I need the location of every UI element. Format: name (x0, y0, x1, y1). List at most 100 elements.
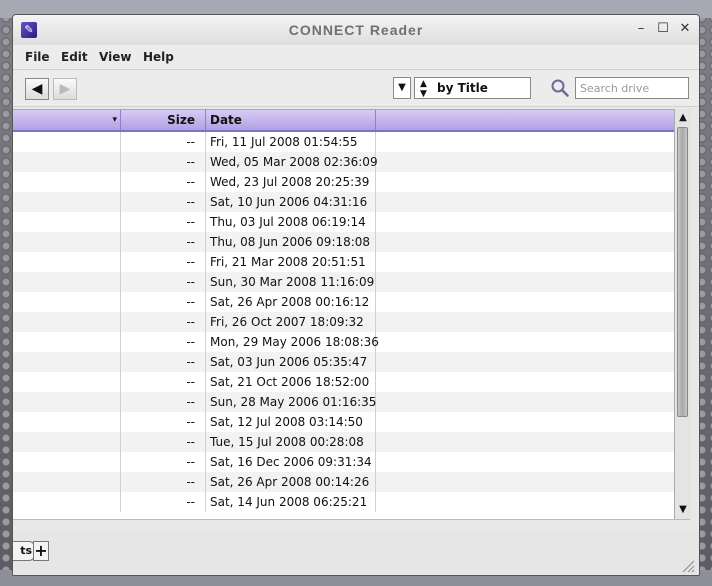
title-bar[interactable]: ✎ CONNECT Reader – ☐ ✕ (13, 15, 699, 46)
table-row[interactable]: -- Wed, 05 Mar 2008 02:36:09 (13, 152, 674, 172)
file-list[interactable]: ▾ Size Date -- Fri, 11 Jul 2008 01:54:55-… (13, 109, 674, 520)
table-row[interactable]: -- Mon, 29 May 2006 18:08:36 (13, 332, 674, 352)
window-title: CONNECT Reader (288, 22, 424, 38)
extra-cell (376, 332, 674, 352)
resize-grip-icon[interactable] (681, 559, 695, 573)
table-row[interactable]: -- Fri, 11 Jul 2008 01:54:55 (13, 132, 674, 152)
table-row[interactable]: -- Sun, 30 Mar 2008 11:16:09 (13, 272, 674, 292)
menu-edit[interactable]: Edit (61, 50, 88, 64)
size-cell: -- (121, 192, 206, 212)
date-cell: Sat, 26 Apr 2008 00:14:26 (206, 472, 376, 492)
table-row[interactable]: -- Sat, 26 Apr 2008 00:16:12 (13, 292, 674, 312)
extra-cell (376, 152, 674, 172)
menu-bar: File Edit View Help (13, 45, 699, 70)
extra-cell (376, 392, 674, 412)
size-cell: -- (121, 172, 206, 192)
title-cell (13, 252, 121, 272)
table-row[interactable]: -- Sat, 12 Jul 2008 03:14:50 (13, 412, 674, 432)
extra-cell (376, 472, 674, 492)
size-cell: -- (121, 212, 206, 232)
title-cell (13, 472, 121, 492)
column-header-date[interactable]: Date (206, 110, 376, 130)
table-row[interactable]: -- Tue, 15 Jul 2008 00:28:08 (13, 432, 674, 452)
add-tab-button[interactable]: + (33, 541, 49, 561)
table-row[interactable]: -- Sat, 14 Jun 2008 06:25:21 (13, 492, 674, 512)
title-cell (13, 332, 121, 352)
title-cell (13, 372, 121, 392)
scroll-down-icon[interactable]: ▼ (675, 503, 691, 517)
size-cell: -- (121, 492, 206, 512)
title-cell (13, 292, 121, 312)
column-header-size[interactable]: Size (121, 110, 206, 130)
extra-cell (376, 412, 674, 432)
size-cell: -- (121, 372, 206, 392)
table-row[interactable]: -- Sat, 03 Jun 2006 05:35:47 (13, 352, 674, 372)
vertical-scrollbar[interactable]: ▲ ▼ (674, 109, 691, 519)
date-cell: Wed, 05 Mar 2008 02:36:09 (206, 152, 378, 172)
title-cell (13, 432, 121, 452)
title-cell (13, 192, 121, 212)
menu-view[interactable]: View (99, 50, 131, 64)
sort-control: ▼ ▲ ▼ by Title (393, 77, 531, 99)
search-icon[interactable] (551, 79, 569, 97)
table-row[interactable]: -- Sat, 16 Dec 2006 09:31:34 (13, 452, 674, 472)
size-cell: -- (121, 432, 206, 452)
drive-tab[interactable]: ts (13, 541, 35, 561)
search-input[interactable] (575, 77, 689, 99)
extra-cell (376, 192, 674, 212)
table-row[interactable]: -- Sat, 26 Apr 2008 00:14:26 (13, 472, 674, 492)
table-row[interactable]: -- Sat, 21 Oct 2006 18:52:00 (13, 372, 674, 392)
minimize-button[interactable]: – (633, 21, 649, 37)
table-row[interactable]: -- Thu, 08 Jun 2006 09:18:08 (13, 232, 674, 252)
app-window: ✎ CONNECT Reader – ☐ ✕ File Edit View He… (12, 14, 700, 576)
back-button[interactable]: ◀ (25, 78, 49, 100)
date-cell: Sat, 10 Jun 2006 04:31:16 (206, 192, 376, 212)
size-cell: -- (121, 292, 206, 312)
close-button[interactable]: ✕ (677, 21, 693, 37)
column-header-extra[interactable] (376, 110, 674, 130)
date-cell: Fri, 26 Oct 2007 18:09:32 (206, 312, 376, 332)
column-header-title[interactable]: ▾ (13, 110, 121, 130)
scroll-up-icon[interactable]: ▲ (675, 111, 691, 125)
date-cell: Sat, 03 Jun 2006 05:35:47 (206, 352, 376, 372)
sort-field-select[interactable]: by Title (432, 77, 531, 99)
window-controls: – ☐ ✕ (633, 21, 693, 37)
size-cell: -- (121, 152, 206, 172)
date-cell: Sat, 12 Jul 2008 03:14:50 (206, 412, 376, 432)
size-cell: -- (121, 412, 206, 432)
table-row[interactable]: -- Thu, 03 Jul 2008 06:19:14 (13, 212, 674, 232)
extra-cell (376, 272, 674, 292)
table-row[interactable]: -- Wed, 23 Jul 2008 20:25:39 (13, 172, 674, 192)
extra-cell (376, 352, 674, 372)
date-cell: Fri, 11 Jul 2008 01:54:55 (206, 132, 376, 152)
menu-help[interactable]: Help (143, 50, 174, 64)
sort-order-stepper-icon[interactable]: ▲ ▼ (414, 77, 432, 99)
table-row[interactable]: -- Fri, 26 Oct 2007 18:09:32 (13, 312, 674, 332)
sort-indicator-icon: ▾ (112, 115, 117, 125)
size-cell: -- (121, 232, 206, 252)
title-cell (13, 352, 121, 372)
size-cell: -- (121, 132, 206, 152)
size-cell: -- (121, 252, 206, 272)
table-row[interactable]: -- Fri, 21 Mar 2008 20:51:51 (13, 252, 674, 272)
forward-button[interactable]: ▶ (53, 78, 77, 100)
table-row[interactable]: -- Sun, 28 May 2006 01:16:35 (13, 392, 674, 412)
sort-dropdown-icon[interactable]: ▼ (393, 77, 411, 99)
date-cell: Tue, 15 Jul 2008 00:28:08 (206, 432, 376, 452)
maximize-button[interactable]: ☐ (655, 21, 671, 37)
extra-cell (376, 232, 674, 252)
date-cell: Wed, 23 Jul 2008 20:25:39 (206, 172, 376, 192)
size-cell: -- (121, 272, 206, 292)
date-cell: Sat, 21 Oct 2006 18:52:00 (206, 372, 376, 392)
title-cell (13, 152, 121, 172)
title-cell (13, 412, 121, 432)
menu-file[interactable]: File (25, 50, 50, 64)
title-cell (13, 172, 121, 192)
table-row[interactable]: -- Sat, 10 Jun 2006 04:31:16 (13, 192, 674, 212)
title-cell (13, 492, 121, 512)
scroll-thumb[interactable] (677, 127, 688, 417)
size-cell: -- (121, 452, 206, 472)
extra-cell (376, 372, 674, 392)
title-cell (13, 272, 121, 292)
title-cell (13, 452, 121, 472)
